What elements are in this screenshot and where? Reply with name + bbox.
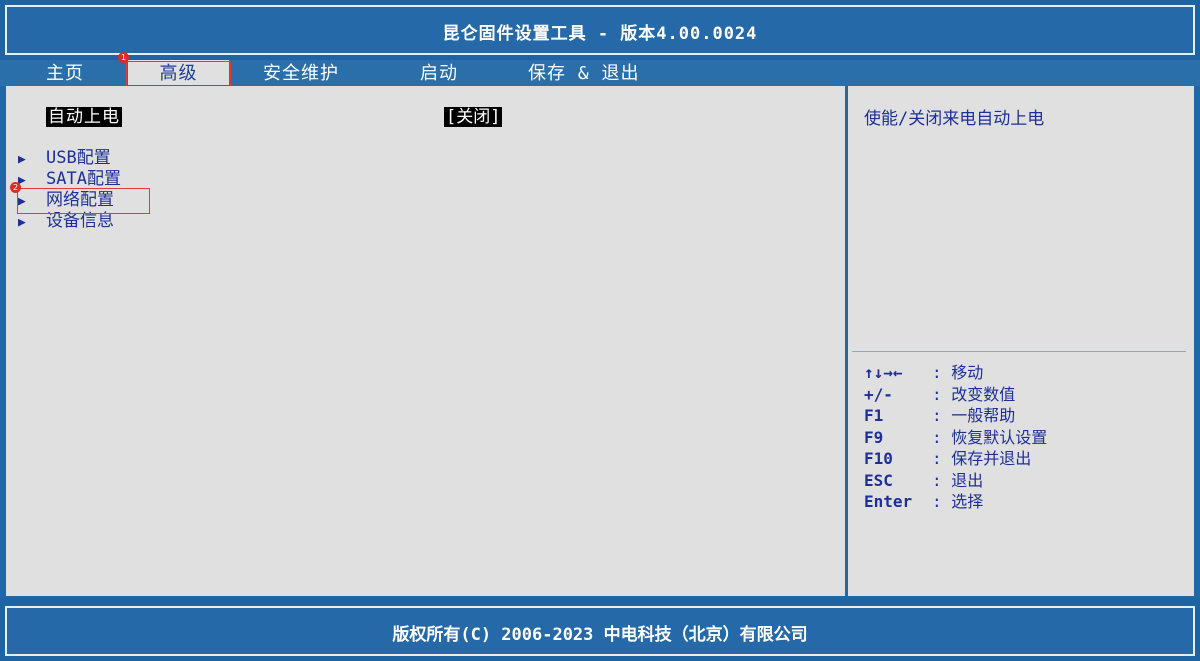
window-title: 昆仑固件设置工具 - 版本4.00.0024 xyxy=(442,24,758,44)
key-name: +/- xyxy=(864,384,893,404)
menu-item-label: USB配置 xyxy=(46,148,111,168)
auto-power-on-value[interactable]: [关闭] xyxy=(444,107,503,127)
key-name: F10 xyxy=(864,449,893,468)
key-desc: : 选择 xyxy=(932,492,984,511)
menu-item-usb[interactable]: ▶ USB配置 xyxy=(18,148,111,169)
triangle-right-icon: ▶ xyxy=(18,152,26,167)
key-legend: ↑↓→← : 移动 +/- : 改变数值 F1 : 一般帮助 F9 : 恢复默认设置 F… xyxy=(864,362,1047,513)
tab-save-exit[interactable]: 保存 & 退出 xyxy=(528,60,640,86)
tab-main[interactable]: 主页 xyxy=(46,60,84,86)
key-desc: : 保存并退出 xyxy=(932,449,1032,468)
menu-item-device-info[interactable]: ▶ 设备信息 xyxy=(18,211,114,232)
key-name: ESC xyxy=(864,470,893,490)
copyright-text: 版权所有(C) 2006-2023 中电科技（北京）有限公司 xyxy=(392,625,808,645)
key-desc: : 退出 xyxy=(932,470,984,490)
tab-boot[interactable]: 启动 xyxy=(420,60,458,86)
key-row: ESC : 退出 xyxy=(864,470,1047,492)
help-panel: 使能/关闭来电自动上电 ↑↓→← : 移动 +/- : 改变数值 F1 : 一般帮助 … xyxy=(848,86,1194,596)
menu-item-sata[interactable]: ▶ SATA配置 xyxy=(18,169,121,190)
key-row: ↑↓→← : 移动 xyxy=(864,362,1047,384)
menu-item-label: 设备信息 xyxy=(46,211,114,231)
help-divider xyxy=(852,351,1186,352)
auto-power-on-label[interactable]: 自动上电 xyxy=(46,107,122,127)
title-frame: 昆仑固件设置工具 - 版本4.00.0024 xyxy=(5,5,1195,55)
title-bar: 昆仑固件设置工具 - 版本4.00.0024 xyxy=(0,0,1200,60)
key-desc: : 改变数值 xyxy=(932,384,1016,404)
menu-item-label: SATA配置 xyxy=(46,169,121,189)
key-name: ↑↓→← xyxy=(864,363,903,382)
footer-frame: 版权所有(C) 2006-2023 中电科技（北京）有限公司 xyxy=(5,606,1195,656)
content-area: 自动上电 [关闭] ▶ USB配置 ▶ SATA配置 ▶ 网络配置 ▶ 设备信息 使能/… xyxy=(0,86,1200,598)
settings-panel: 自动上电 [关闭] ▶ USB配置 ▶ SATA配置 ▶ 网络配置 ▶ 设备信息 xyxy=(6,86,845,596)
network-highlight-box xyxy=(17,188,150,214)
annotation-badge-2: 2 xyxy=(10,182,21,193)
key-row: F1 : 一般帮助 xyxy=(864,405,1047,427)
key-row: +/- : 改变数值 xyxy=(864,384,1047,406)
help-description: 使能/关闭来电自动上电 xyxy=(864,109,1045,129)
key-name: Enter xyxy=(864,492,913,511)
key-row: F10 : 保存并退出 xyxy=(864,448,1047,470)
tab-security[interactable]: 安全维护 xyxy=(263,60,339,86)
key-desc: : 恢复默认设置 xyxy=(932,427,1048,447)
key-name: F1 xyxy=(864,406,884,425)
key-row: Enter : 选择 xyxy=(864,491,1047,513)
triangle-right-icon: ▶ xyxy=(18,215,26,230)
annotation-badge-1: 1 xyxy=(118,52,129,63)
key-name: F9 xyxy=(864,427,884,447)
footer-bar: 版权所有(C) 2006-2023 中电科技（北京）有限公司 xyxy=(0,598,1200,661)
key-desc: : 移动 xyxy=(932,363,984,382)
key-row: F9 : 恢复默认设置 xyxy=(864,427,1047,449)
key-desc: : 一般帮助 xyxy=(932,406,1016,425)
